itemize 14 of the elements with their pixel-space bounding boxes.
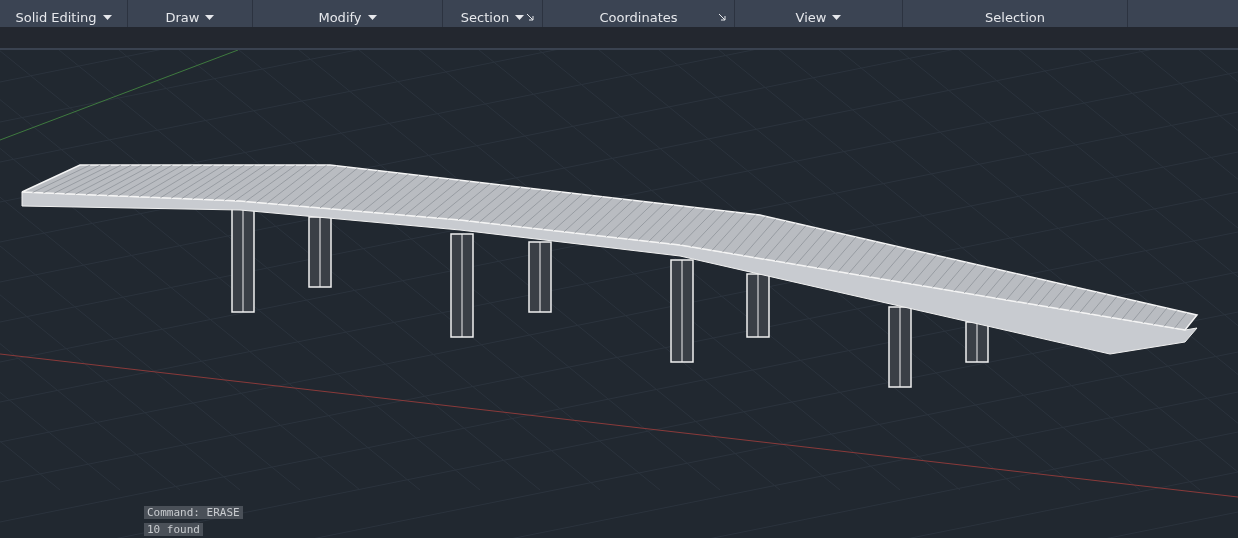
panel-title: Draw — [165, 10, 200, 25]
caret-icon[interactable] — [832, 15, 842, 20]
caret-icon[interactable] — [367, 15, 377, 20]
panel-title: Coordinates — [599, 10, 678, 25]
launcher-icon[interactable] — [527, 14, 534, 21]
caret-icon[interactable] — [205, 15, 215, 20]
panel-title: View — [795, 10, 827, 25]
panel-title: Solid Editing — [15, 10, 97, 25]
caret-icon[interactable] — [102, 15, 112, 20]
panel-title: Selection — [985, 10, 1045, 25]
panel-title: Section — [460, 10, 510, 25]
panel-title: Modify — [318, 10, 362, 25]
launcher-icon[interactable] — [719, 14, 726, 21]
caret-icon[interactable] — [515, 15, 525, 20]
